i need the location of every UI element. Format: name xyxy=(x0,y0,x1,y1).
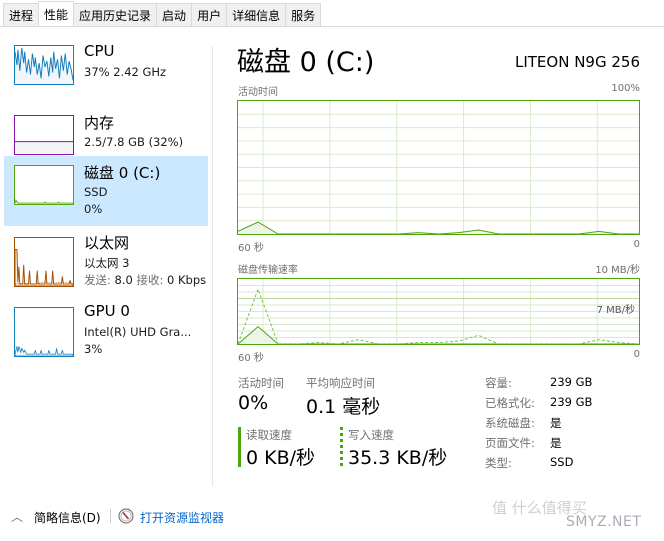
cpu-title: CPU xyxy=(84,42,115,60)
disk-title: 磁盘 0 (C:) xyxy=(84,164,161,182)
footer-separator xyxy=(110,509,111,523)
memory-usage-text: 2.5/7.8 GB (32%) xyxy=(84,135,184,149)
transfer-rate-inner-scale: 7 MB/秒 xyxy=(596,305,635,316)
disk-model: LITEON N9G 256 xyxy=(514,53,640,71)
page-title: 磁盘 0 (C:) xyxy=(237,47,375,78)
brief-info-button[interactable]: 简略信息(D) xyxy=(34,509,101,526)
read-speed-label: 读取速度 xyxy=(246,428,292,442)
receive-value: 0 Kbps xyxy=(167,273,207,287)
ethernet-adapter-text: 以太网 3 xyxy=(84,256,130,270)
disk-thumbnail-graph xyxy=(14,165,74,205)
receive-label: 接收: xyxy=(136,273,164,287)
transfer-rate-axis-end: 0 xyxy=(633,349,640,360)
tab-users[interactable]: 用户 xyxy=(191,3,228,26)
active-time-axis-start: 60 秒 xyxy=(238,243,264,254)
transfer-rate-graph: 7 MB/秒 xyxy=(237,278,640,345)
page-file-value: 是 xyxy=(550,436,562,450)
formatted-label: 已格式化: xyxy=(485,396,535,410)
ethernet-thumbnail-graph xyxy=(14,237,74,287)
write-speed-legend-bar xyxy=(340,427,343,467)
ethernet-title: 以太网 xyxy=(84,234,130,252)
active-time-label: 活动时间 xyxy=(238,376,284,390)
gpu-thumbnail-graph xyxy=(14,307,74,357)
sidebar-item-cpu[interactable]: CPU 37% 2.42 GHz xyxy=(4,36,208,106)
sidebar-divider xyxy=(212,46,213,486)
transfer-rate-graph-max: 10 MB/秒 xyxy=(595,265,640,276)
active-time-graph-max: 100% xyxy=(611,83,640,94)
read-speed-legend-bar xyxy=(238,427,241,467)
type-label: 类型: xyxy=(485,456,512,470)
cpu-thumbnail-graph xyxy=(14,45,74,85)
write-speed-label: 写入速度 xyxy=(348,428,394,442)
type-value: SSD xyxy=(550,455,574,469)
write-speed-line xyxy=(238,287,639,344)
memory-title: 内存 xyxy=(84,114,115,132)
open-resource-monitor-link[interactable]: 打开资源监视器 xyxy=(140,509,224,526)
tab-services[interactable]: 服务 xyxy=(285,3,322,26)
sidebar-item-gpu-0[interactable]: GPU 0 Intel(R) UHD Gra... 3% xyxy=(4,296,208,366)
gpu-usage-text: 3% xyxy=(84,342,103,356)
tab-details[interactable]: 详细信息 xyxy=(226,3,287,26)
capacity-label: 容量: xyxy=(485,376,512,390)
active-time-graph xyxy=(237,100,640,235)
cpu-usage-text: 37% 2.42 GHz xyxy=(84,65,167,79)
sidebar-item-ethernet[interactable]: 以太网 以太网 3 发送: 8.0 接收: 0 Kbps xyxy=(4,226,208,296)
formatted-value: 239 GB xyxy=(550,395,593,409)
disk-type-text: SSD xyxy=(84,185,108,199)
send-value: 8.0 xyxy=(114,273,133,287)
chevron-up-icon[interactable]: ︿ xyxy=(11,508,23,525)
active-time-area xyxy=(238,222,639,234)
send-label: 发送: xyxy=(84,273,111,287)
ethernet-throughput-text: 发送: 8.0 接收: 0 Kbps xyxy=(84,272,206,288)
disk-usage-text: 0% xyxy=(84,202,103,216)
resource-monitor-icon[interactable] xyxy=(118,508,134,524)
transfer-rate-axis-start: 60 秒 xyxy=(238,353,264,364)
tab-processes[interactable]: 进程 xyxy=(3,3,40,26)
tab-performance[interactable]: 性能 xyxy=(38,1,75,26)
system-disk-label: 系统磁盘: xyxy=(485,416,535,430)
write-speed-value: 35.3 KB/秒 xyxy=(348,447,448,469)
active-time-value: 0% xyxy=(238,392,269,414)
avg-response-label: 平均响应时间 xyxy=(306,376,375,390)
active-time-graph-label: 活动时间 xyxy=(238,87,278,98)
read-speed-area xyxy=(238,326,639,344)
transfer-rate-graph-label: 磁盘传输速率 xyxy=(238,265,298,276)
tab-app-history[interactable]: 应用历史记录 xyxy=(73,3,158,26)
system-disk-value: 是 xyxy=(550,416,562,430)
page-file-label: 页面文件: xyxy=(485,436,535,450)
read-speed-line xyxy=(238,326,639,344)
active-time-axis-end: 0 xyxy=(633,239,640,250)
active-time-line xyxy=(238,221,639,234)
avg-response-value: 0.1 毫秒 xyxy=(306,396,381,418)
watermark-site: SMYZ.NET xyxy=(566,514,642,530)
tab-startup[interactable]: 启动 xyxy=(156,3,193,26)
read-speed-value: 0 KB/秒 xyxy=(246,447,316,469)
capacity-value: 239 GB xyxy=(550,375,593,389)
sidebar-item-disk-0[interactable]: 磁盘 0 (C:) SSD 0% xyxy=(4,156,208,226)
memory-thumbnail-graph xyxy=(14,115,74,155)
gpu-name-text: Intel(R) UHD Gra... xyxy=(84,325,192,339)
sidebar: CPU 37% 2.42 GHz 内存 2.5/7.8 GB (32%) 磁盘 … xyxy=(0,28,212,488)
gpu-title: GPU 0 xyxy=(84,302,130,320)
tab-bar: 进程 性能 应用历史记录 启动 用户 详细信息 服务 xyxy=(0,0,664,27)
